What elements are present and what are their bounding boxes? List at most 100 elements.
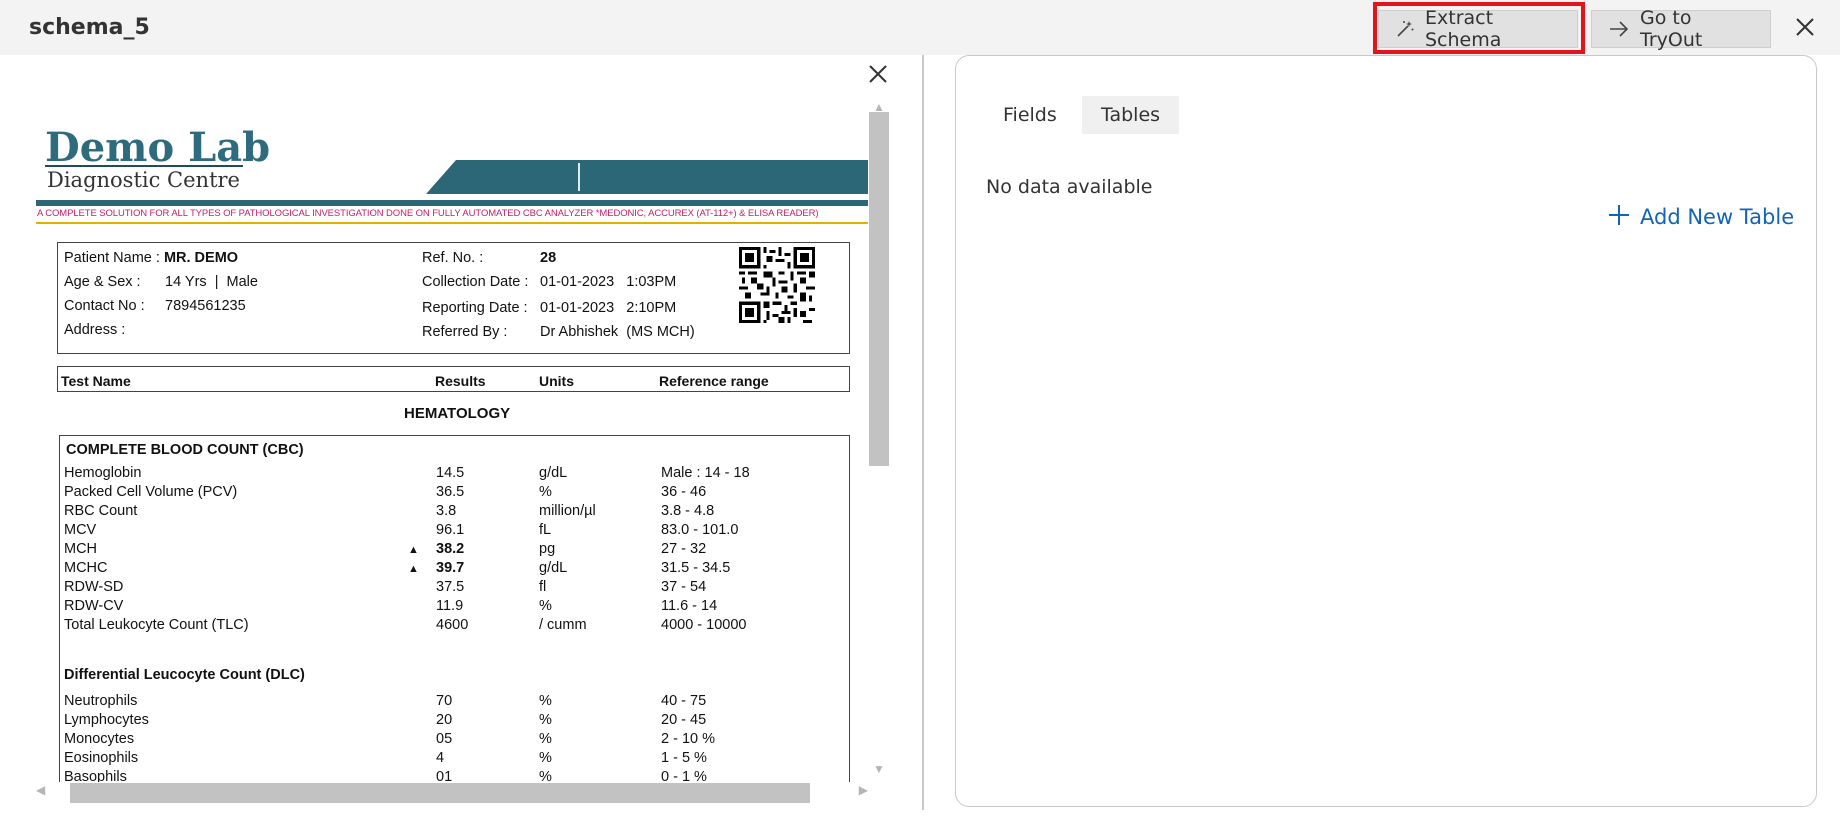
referred-by: Dr Abhishek (MS MCH) — [540, 324, 695, 340]
patient-name-label: Patient Name : — [64, 250, 160, 266]
reference-range: 83.0 - 101.0 — [661, 522, 739, 538]
collection-date: 01-01-2023 1:03PM — [540, 274, 677, 290]
vertical-scroll-thumb[interactable] — [869, 112, 889, 466]
reference-range: Male : 14 - 18 — [661, 465, 750, 481]
test-name: RDW-SD — [64, 579, 124, 595]
horizontal-scroll-thumb[interactable] — [70, 783, 810, 803]
panel-divider[interactable] — [922, 55, 924, 810]
horizontal-scrollbar[interactable]: ◀ ▶ — [36, 780, 868, 804]
close-viewer-icon[interactable] — [866, 62, 890, 86]
test-name: Hemoglobin — [64, 465, 142, 481]
test-result: 05 — [436, 731, 453, 747]
test-unit: / cumm — [539, 617, 587, 633]
add-new-table-button[interactable]: Add New Table — [1608, 202, 1794, 232]
test-unit: fl — [539, 579, 547, 595]
scroll-left-icon[interactable]: ◀ — [36, 783, 45, 797]
patient-contact-label: Contact No : — [64, 298, 145, 314]
test-result: 39.7 — [436, 560, 465, 576]
col-test-name: Test Name — [61, 373, 131, 389]
test-unit: g/dL — [539, 465, 568, 481]
arrow-right-icon — [1608, 20, 1630, 38]
selection-highlight — [1373, 2, 1585, 54]
collection-date-label: Collection Date : — [422, 274, 529, 290]
top-bar: schema_5 Extract Schema Go to TryOut — [0, 0, 1840, 55]
tab-fields[interactable]: Fields — [984, 96, 1076, 134]
lab-logo-name: Demo Lab — [45, 124, 271, 171]
col-units: Units — [539, 373, 574, 389]
vertical-scrollbar[interactable]: ▲ ▼ — [868, 100, 890, 776]
scroll-down-icon[interactable]: ▼ — [873, 762, 885, 776]
reference-range: 40 - 75 — [661, 693, 707, 709]
test-unit: % — [539, 712, 552, 728]
qr-code-icon — [739, 247, 815, 323]
document-page: Demo Lab Diagnostic Centre A COMPLETE SO… — [36, 110, 868, 782]
cbc-title: COMPLETE BLOOD COUNT (CBC) — [66, 442, 304, 458]
schema-panel: Fields Tables No data available Add New … — [955, 55, 1817, 807]
go-to-tryout-button[interactable]: Go to TryOut — [1591, 7, 1771, 51]
header-bar — [36, 200, 868, 206]
test-result: 4600 — [436, 617, 469, 633]
ref-no: 28 — [540, 250, 557, 266]
logo-rule — [45, 165, 243, 167]
patient-name: MR. DEMO — [163, 250, 239, 266]
test-unit: % — [539, 693, 552, 709]
add-new-table-label: Add New Table — [1640, 205, 1795, 229]
close-icon[interactable] — [1790, 12, 1820, 42]
reporting-date: 01-01-2023 2:10PM — [540, 300, 677, 316]
table-row: Total Leukocyte Count (TLC) 4600 / cumm 400… — [36, 617, 868, 639]
test-unit: % — [539, 750, 552, 766]
reference-range: 4000 - 10000 — [661, 617, 747, 633]
abnormal-flag-icon: ▲ — [408, 544, 419, 556]
plus-icon — [1608, 202, 1630, 232]
dlc-title: Differential Leucocyte Count (DLC) — [64, 667, 305, 683]
test-result: 36.5 — [436, 484, 465, 500]
test-unit: million/µl — [539, 503, 596, 519]
test-name: MCH — [64, 541, 98, 557]
abnormal-flag-icon: ▲ — [408, 563, 419, 575]
test-name: Total Leukocyte Count (TLC) — [64, 617, 249, 633]
test-result: 11.9 — [436, 598, 464, 614]
reference-range: 20 - 45 — [661, 712, 707, 728]
reference-range: 2 - 10 % — [661, 731, 715, 747]
header-band-line — [578, 163, 580, 191]
test-unit: % — [539, 484, 552, 500]
test-unit: % — [539, 731, 552, 747]
test-name: RBC Count — [64, 503, 138, 519]
reference-range: 3.8 - 4.8 — [661, 503, 715, 519]
reference-range: 1 - 5 % — [661, 750, 707, 766]
patient-age-label: Age & Sex : — [64, 274, 141, 290]
test-name: Packed Cell Volume (PCV) — [64, 484, 238, 500]
patient-address-label: Address : — [64, 322, 126, 338]
reference-range: 31.5 - 34.5 — [661, 560, 731, 576]
test-name: MCV — [64, 522, 97, 538]
test-unit: pg — [539, 541, 556, 557]
patient-age: 14 Yrs | Male — [165, 274, 258, 290]
section-title: HEMATOLOGY — [404, 405, 511, 422]
patient-name-row: Patient Name : MR. DEMO — [64, 250, 238, 266]
empty-message: No data available — [986, 176, 1153, 198]
reference-range: 11.6 - 14 — [661, 598, 718, 614]
col-reference-range: Reference range — [659, 373, 769, 389]
tab-tables[interactable]: Tables — [1082, 96, 1180, 134]
test-unit: fL — [539, 522, 552, 538]
window-title: schema_5 — [29, 15, 150, 40]
reference-range: 36 - 46 — [661, 484, 707, 500]
test-result: 4 — [436, 750, 445, 766]
lab-tagline: A COMPLETE SOLUTION FOR ALL TYPES OF PAT… — [37, 208, 819, 219]
test-result: 3.8 — [436, 503, 457, 519]
test-result: 37.5 — [436, 579, 465, 595]
referred-by-label: Referred By : — [422, 324, 508, 340]
test-name: Lymphocytes — [64, 712, 149, 728]
reporting-date-label: Reporting Date : — [422, 300, 528, 316]
reference-range: 37 - 54 — [661, 579, 707, 595]
test-name: RDW-CV — [64, 598, 124, 614]
test-result: 96.1 — [436, 522, 465, 538]
test-result: 70 — [436, 693, 453, 709]
test-name: MCHC — [64, 560, 108, 576]
test-result: 14.5 — [436, 465, 465, 481]
test-name: Eosinophils — [64, 750, 139, 766]
scroll-right-icon[interactable]: ▶ — [859, 783, 868, 797]
header-band — [426, 160, 868, 194]
col-results: Results — [435, 373, 486, 389]
test-name: Monocytes — [64, 731, 135, 747]
